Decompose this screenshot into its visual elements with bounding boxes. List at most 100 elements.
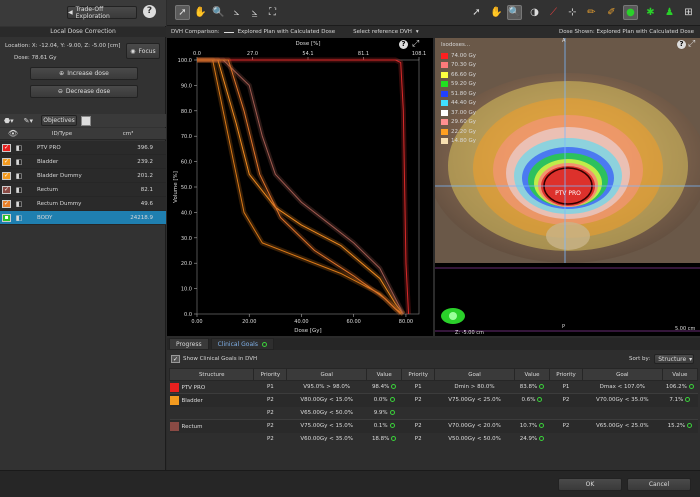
isodose-item[interactable]: 14.80 Gy [441, 137, 476, 147]
trade-off-back-button[interactable]: ◀ Trade-Off Exploration [67, 6, 137, 20]
priority-cell: P2 [266, 436, 274, 442]
tab-progress[interactable]: Progress [169, 338, 209, 350]
select-icon[interactable]: ➚ [469, 5, 484, 20]
sort-select[interactable]: Structure ▾ [654, 354, 695, 364]
cancel-button[interactable]: Cancel [627, 478, 691, 491]
column-header[interactable]: Goal [581, 368, 663, 381]
coronal-view-icon[interactable]: ♟ [662, 5, 677, 20]
objectives-tab[interactable]: Objectives [41, 115, 78, 126]
bottom-panel: Progress Clinical Goals ✓ Show Clinical … [167, 338, 700, 470]
image-help-icon[interactable]: ? [677, 40, 686, 49]
show-goals-checkbox[interactable]: ✓ [171, 355, 180, 363]
value-text: 7.1% [669, 397, 684, 404]
isodose-item[interactable]: 51.80 Gy [441, 89, 476, 99]
pointer-icon[interactable]: ➚ [175, 5, 190, 20]
zoom-icon[interactable]: 🔍 [211, 5, 226, 20]
image-expand-icon[interactable]: ⤢ [688, 39, 695, 49]
isodose-item[interactable]: 44.40 Gy [441, 99, 476, 109]
isodose-item[interactable]: 70.30 Gy [441, 61, 476, 71]
goal-met-icon [539, 423, 545, 429]
draw-line-icon[interactable]: ⟋ [546, 5, 561, 20]
column-header[interactable]: Priority [549, 368, 583, 381]
help-icon[interactable]: ? [143, 5, 156, 18]
window-level-icon[interactable]: ⦥ [247, 5, 262, 20]
structure-row[interactable]: ✓ ◧ Rectum 82.1 [0, 183, 166, 197]
column-header[interactable]: Priority [401, 368, 436, 381]
measure-icon[interactable]: ⦣ [229, 5, 244, 20]
column-header[interactable]: Value [661, 368, 699, 381]
value-cell: 0.0% [367, 394, 402, 407]
isodose-swatch [441, 100, 448, 107]
visibility-checkbox[interactable]: ✓ [2, 157, 11, 166]
anterior-marker: A [562, 38, 566, 44]
top-tick-label: 54.1 [302, 51, 313, 57]
value-cell: 83.8% [514, 381, 549, 394]
decrease-dose-button[interactable]: ⊖ Decrease dose [30, 85, 138, 98]
goal-met-icon [539, 384, 545, 389]
column-header[interactable]: Goal [434, 368, 515, 381]
ok-button[interactable]: OK [558, 478, 622, 491]
goal-cell: V80.00Gy < 15.0% [300, 397, 353, 404]
focus-button[interactable]: ◉ Focus [126, 43, 160, 59]
visibility-checkbox[interactable]: ▪ [2, 213, 11, 222]
column-header[interactable]: Priority [253, 368, 288, 381]
table-row[interactable]: Bladder P2 V80.00Gy < 15.0% 0.0% P2 V75.00Gy … [169, 393, 698, 407]
isodose-swatch [441, 90, 448, 97]
structure-name: Rectum [181, 423, 203, 430]
isodose-item[interactable]: 29.60 Gy [441, 118, 476, 128]
sagittal-view-icon[interactable]: ✱ [643, 5, 658, 20]
structure-row[interactable]: ▪ ◧ BODY 24218.9 [0, 211, 166, 225]
layout-grid-icon[interactable]: ⊞ [681, 5, 696, 20]
calculator-icon[interactable] [81, 115, 92, 126]
column-header[interactable]: Goal [286, 368, 368, 381]
eraser-icon[interactable]: ✐ [604, 5, 619, 20]
visibility-checkbox[interactable]: ✓ [2, 171, 11, 180]
isodose-item[interactable]: 37.00 Gy [441, 108, 476, 118]
table-row[interactable]: P2 V65.00Gy < 50.0% 9.9% [169, 406, 698, 420]
isodose-swatch [441, 81, 448, 88]
column-header[interactable]: Value [366, 368, 403, 381]
axial-view-icon[interactable]: ● [623, 5, 638, 20]
isodoses-title[interactable]: Isodoses... [441, 42, 476, 48]
fit-view-icon[interactable]: ⛶ [265, 5, 280, 20]
table-row[interactable]: PTV PRO P1 V95.0% > 98.0% 98.4% P1 Dmin > 80.… [169, 380, 698, 394]
structure-row[interactable]: ✓ ◧ PTV PRO 396.9 [0, 141, 166, 155]
visibility-checkbox[interactable]: ✓ [2, 199, 11, 208]
structure-name: Rectum Dummy [37, 200, 82, 207]
y-axis-label: Volume [%] [173, 171, 179, 203]
dvh-chart: 100.0 90.0 80.0 70.0 60.0 50.0 40.0 30.0 20.0 10.… [173, 41, 426, 334]
isodose-item[interactable]: 22.20 Gy [441, 127, 476, 137]
isodose-item[interactable]: 59.20 Gy [441, 80, 476, 90]
goal-cell: Dmin > 80.0% [454, 384, 495, 390]
pan-icon[interactable]: ✋ [489, 5, 504, 20]
structure-row[interactable]: ✓ ◧ Bladder Dummy 201.2 [0, 169, 166, 183]
dose-probe-icon[interactable]: ⊹ [565, 5, 580, 20]
eye-icon: 👁 [7, 129, 19, 138]
priority-cell: P1 [266, 384, 274, 390]
structure-row[interactable]: ✓ ◧ Rectum Dummy 49.6 [0, 197, 166, 211]
shapes-menu-icon[interactable]: ⬣▾ [4, 117, 14, 125]
table-row[interactable]: Rectum P2 V75.00Gy < 15.0% 0.1% P2 V70.00Gy <… [169, 419, 698, 433]
structure-row[interactable]: ✓ ◧ Bladder 239.2 [0, 155, 166, 169]
pan-hand-icon[interactable]: ✋ [193, 5, 208, 20]
value-cell: 24.9% [514, 433, 549, 446]
column-header[interactable]: Value [513, 368, 551, 381]
tab-clinical-goals[interactable]: Clinical Goals [210, 338, 274, 350]
visibility-checkbox[interactable]: ✓ [2, 185, 11, 194]
contrast-icon[interactable]: ◑ [527, 5, 542, 20]
bottom-tabs: Progress Clinical Goals [167, 338, 700, 350]
brush-icon[interactable]: ✏ [584, 5, 599, 20]
goal-met-icon [537, 397, 543, 403]
zoom-selected-icon[interactable]: 🔍 [507, 5, 522, 20]
isodose-item[interactable]: 66.60 Gy [441, 70, 476, 80]
column-header[interactable]: Structure [168, 368, 255, 381]
value-text: 15.2% [667, 423, 686, 430]
isodose-item[interactable]: 74.00 Gy [441, 51, 476, 61]
isodose-label: 37.00 Gy [451, 109, 477, 116]
goal-met-icon [389, 397, 395, 403]
table-row[interactable]: P2 V60.00Gy < 35.0% 18.8% P2 V50.00Gy < 50.0… [169, 432, 698, 446]
reference-dvh-select[interactable]: Select reference DVH [353, 29, 412, 35]
drop-menu-icon[interactable]: ✎▾ [24, 117, 33, 125]
increase-dose-button[interactable]: ⊕ Increase dose [30, 67, 138, 80]
visibility-checkbox[interactable]: ✓ [2, 143, 11, 152]
